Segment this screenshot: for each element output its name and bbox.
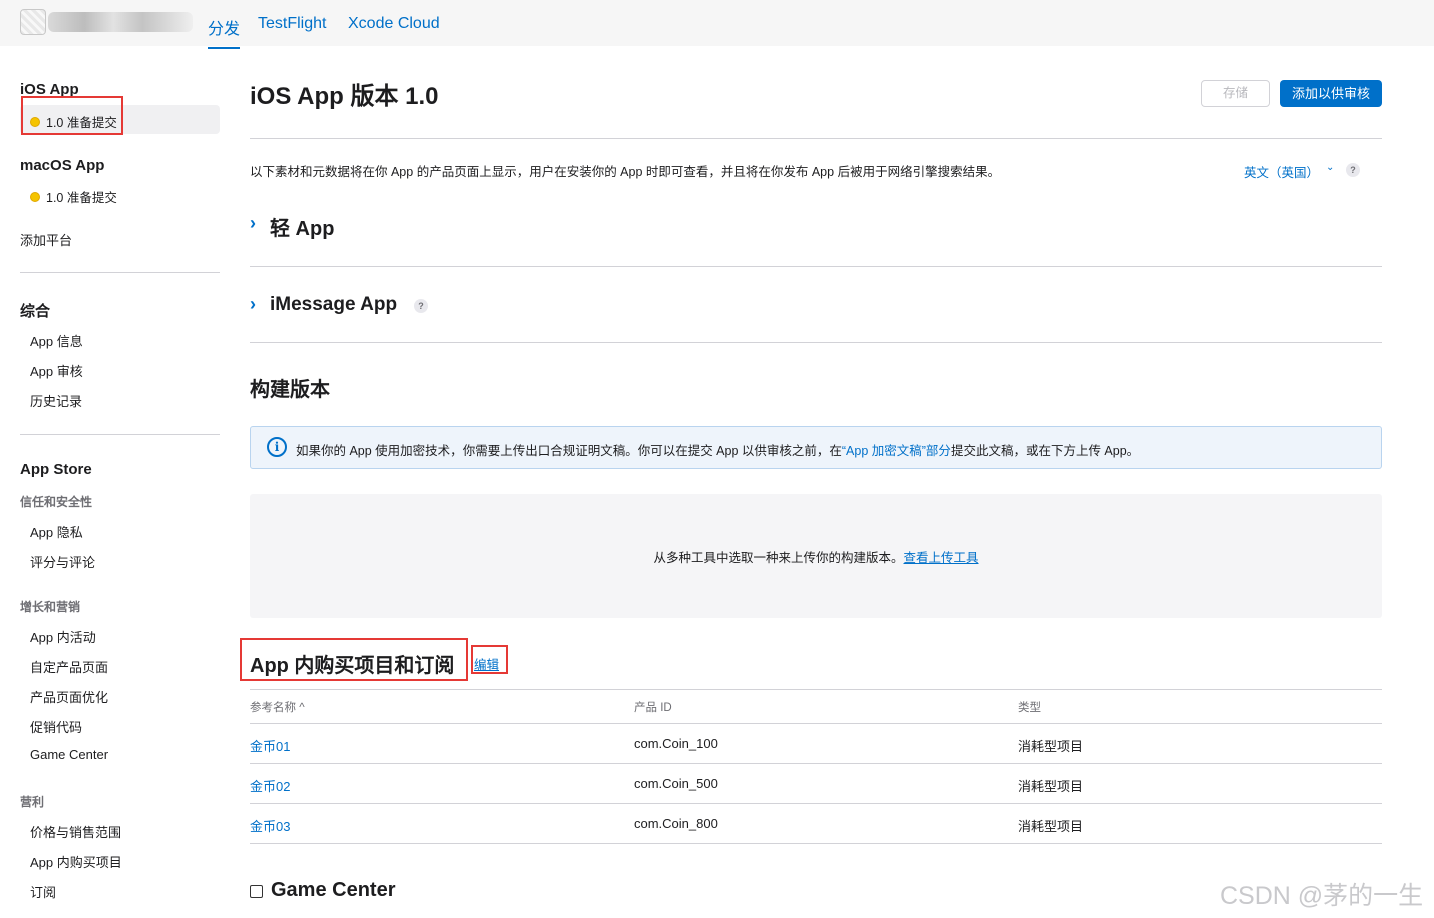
sidebar-item-app-privacy[interactable]: App 隐私 [30, 522, 83, 541]
section-imessage-title[interactable]: iMessage App [270, 294, 397, 316]
chevron-down-icon[interactable]: ⌄ [1326, 162, 1334, 173]
sidebar-group-growth: 增长和营销 [20, 600, 81, 614]
sidebar-item-subscriptions[interactable]: 订阅 [30, 882, 56, 901]
encryption-docs-link[interactable]: “App 加密文稿”部分 [842, 444, 951, 458]
section-build-title: 构建版本 [250, 379, 330, 401]
section-clip-title[interactable]: 轻 App [270, 212, 334, 241]
sidebar-divider [20, 434, 220, 435]
sidebar-group-monetization: 营利 [20, 795, 45, 809]
sidebar-item-ratings[interactable]: 评分与评论 [30, 552, 95, 571]
help-icon[interactable]: ? [414, 299, 428, 313]
sidebar-general-heading: 综合 [20, 303, 51, 320]
upload-build-area: 从多种工具中选取一种来上传你的构建版本。查看上传工具 [250, 494, 1382, 618]
table-divider [250, 723, 1382, 724]
iap-name-link[interactable]: 金币01 [250, 736, 290, 755]
sidebar-appstore-heading: App Store [20, 461, 92, 478]
sidebar-macos-version[interactable]: 1.0 准备提交 [30, 187, 117, 206]
iap-name-link[interactable]: 金币03 [250, 816, 290, 835]
table-divider [250, 803, 1382, 804]
chevron-right-icon[interactable]: › [250, 294, 256, 315]
upload-text: 从多种工具中选取一种来上传你的构建版本。 [653, 551, 904, 565]
language-selector[interactable]: 英文（英国） [1244, 162, 1319, 181]
sidebar-divider [20, 272, 220, 273]
highlight-box-iap-title [240, 638, 468, 681]
add-for-review-button[interactable]: 添加以供审核 [1280, 80, 1382, 107]
add-platform-link[interactable]: 添加平台 [20, 230, 72, 249]
sidebar-item-app-review[interactable]: App 审核 [30, 361, 83, 380]
highlight-box-edit [471, 645, 508, 674]
info-icon: i [267, 437, 287, 457]
info-text-suffix: 提交此文稿，或在下方上传 App。 [950, 444, 1140, 458]
highlight-box-ios-version [21, 96, 123, 135]
encryption-info-text: 如果你的 App 使用加密技术，你需要上传出口合规证明文稿。你可以在提交 App… [296, 440, 1139, 459]
tab-testflight[interactable]: TestFlight [258, 15, 326, 33]
sidebar-item-promo-codes[interactable]: 促销代码 [30, 717, 82, 736]
account-avatar-icon[interactable] [20, 9, 46, 35]
top-bar: 分发 TestFlight Xcode Cloud [0, 0, 1434, 49]
iap-name-link[interactable]: 金币02 [250, 776, 290, 795]
column-header-reference-name[interactable]: 参考名称 ^ [250, 699, 305, 715]
divider [250, 266, 1382, 267]
help-icon[interactable]: ? [1346, 163, 1360, 177]
column-header-type: 类型 [1018, 702, 1041, 714]
page-title: iOS App 版本 1.0 [250, 83, 439, 110]
sidebar-item-game-center[interactable]: Game Center [30, 747, 108, 762]
account-name-blurred [48, 12, 193, 32]
game-center-checkbox[interactable] [250, 885, 263, 898]
sidebar-item-pricing[interactable]: 价格与销售范围 [30, 822, 121, 841]
sidebar-item-in-app-purchases[interactable]: App 内购买项目 [30, 852, 122, 871]
sidebar-macos-version-label: 1.0 准备提交 [46, 191, 117, 205]
product-id: com.Coin_100 [634, 736, 718, 751]
section-game-center-title: Game Center [271, 879, 396, 901]
upload-instructions: 从多种工具中选取一种来上传你的构建版本。查看上传工具 [250, 547, 1382, 566]
save-button[interactable]: 存储 [1201, 80, 1270, 107]
status-dot-icon [30, 191, 40, 202]
metadata-description: 以下素材和元数据将在你 App 的产品页面上显示，用户在安装你的 App 时即可… [250, 165, 1001, 179]
sidebar-item-app-info[interactable]: App 信息 [30, 331, 83, 350]
product-type: 消耗型项目 [1018, 779, 1084, 794]
chevron-right-icon[interactable]: › [250, 213, 256, 234]
divider [250, 689, 1382, 690]
table-divider [250, 763, 1382, 764]
product-id: com.Coin_500 [634, 776, 718, 791]
sidebar-item-history[interactable]: 历史记录 [30, 391, 82, 410]
sidebar-item-in-app-events[interactable]: App 内活动 [30, 627, 96, 646]
product-id: com.Coin_800 [634, 816, 718, 831]
sidebar-group-trust: 信任和安全性 [20, 495, 93, 509]
encryption-info-banner: i 如果你的 App 使用加密技术，你需要上传出口合规证明文稿。你可以在提交 A… [250, 426, 1382, 469]
view-upload-tools-link[interactable]: 查看上传工具 [904, 551, 979, 565]
divider [250, 138, 1382, 139]
sidebar-macos-app-heading[interactable]: macOS App [20, 157, 104, 174]
info-text-prefix: 如果你的 App 使用加密技术，你需要上传出口合规证明文稿。你可以在提交 App… [296, 444, 842, 458]
tab-distribution[interactable]: 分发 [208, 15, 241, 49]
product-type: 消耗型项目 [1018, 819, 1084, 834]
sidebar-item-page-optimization[interactable]: 产品页面优化 [30, 687, 108, 706]
watermark: CSDN @茅的一生 [1220, 882, 1424, 910]
table-divider [250, 843, 1382, 844]
product-type: 消耗型项目 [1018, 739, 1084, 754]
column-header-product-id: 产品 ID [634, 702, 672, 714]
tab-xcode-cloud[interactable]: Xcode Cloud [348, 15, 440, 33]
sidebar-item-custom-pages[interactable]: 自定产品页面 [30, 657, 108, 676]
divider [250, 342, 1382, 343]
